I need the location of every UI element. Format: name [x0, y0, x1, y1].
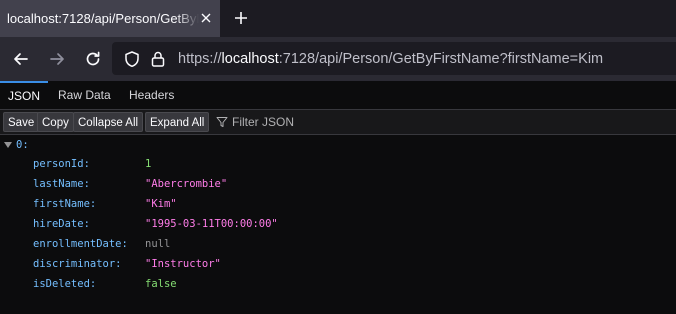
lock-icon[interactable] [149, 50, 167, 68]
json-toolbar: Save Copy Collapse All Expand All Filter… [0, 110, 676, 135]
tree-root-row[interactable]: 0: [0, 136, 676, 154]
url-host: localhost [221, 51, 279, 67]
address-bar[interactable]: https://localhost:7128/api/Person/GetByF… [112, 42, 676, 75]
json-value: null [145, 238, 171, 250]
new-tab-icon[interactable] [232, 9, 250, 27]
tab-json[interactable]: JSON [0, 81, 48, 109]
url-prefix: https:// [178, 51, 222, 67]
json-key: lastName: [33, 178, 90, 190]
json-value: false [145, 278, 177, 290]
json-value: "1995-03-11T00:00:00" [145, 218, 278, 230]
tree-row[interactable]: enrollmentDate: null [0, 235, 676, 253]
tree-row[interactable]: discriminator: "Instructor" [0, 255, 676, 273]
filter-json-input[interactable]: Filter JSON [216, 112, 416, 132]
json-key: isDeleted: [33, 278, 97, 290]
filter-icon [216, 117, 228, 127]
json-key: hireDate: [33, 218, 90, 230]
save-button[interactable]: Save [3, 112, 40, 132]
json-key: personId: [33, 158, 90, 170]
json-tree: 0: personId: 1 lastName: "Abercrombie" f… [0, 135, 676, 314]
shield-icon[interactable] [123, 50, 141, 68]
tree-row[interactable]: isDeleted: false [0, 275, 676, 293]
json-key: discriminator: [33, 258, 122, 270]
tab-raw-data[interactable]: Raw Data [50, 81, 119, 109]
json-viewer-tabs: JSON Raw Data Headers [0, 81, 676, 110]
json-key: firstName: [33, 198, 97, 210]
json-value: 1 [145, 158, 152, 170]
json-value: "Abercrombie" [145, 178, 228, 190]
json-value: "Instructor" [145, 258, 221, 270]
close-icon[interactable] [198, 10, 214, 26]
filter-placeholder: Filter JSON [232, 115, 295, 129]
expand-all-button[interactable]: Expand All [145, 112, 210, 132]
back-arrow-icon[interactable] [11, 49, 31, 69]
browser-tab[interactable]: localhost:7128/api/Person/GetByFirstName… [0, 0, 220, 37]
forward-arrow-icon[interactable] [47, 49, 67, 69]
json-key: enrollmentDate: [33, 238, 128, 250]
navigation-bar: https://localhost:7128/api/Person/GetByF… [0, 37, 676, 81]
tree-row[interactable]: firstName: "Kim" [0, 195, 676, 213]
reload-icon[interactable] [83, 49, 103, 69]
copy-button[interactable]: Copy [37, 112, 74, 132]
tree-row[interactable]: hireDate: "1995-03-11T00:00:00" [0, 215, 676, 233]
collapse-all-button[interactable]: Collapse All [73, 112, 144, 132]
tab-strip: localhost:7128/api/Person/GetByFirstName… [0, 0, 676, 37]
tree-root-label: 0: [16, 139, 29, 151]
json-value: "Kim" [145, 198, 177, 210]
tree-row[interactable]: personId: 1 [0, 155, 676, 173]
tab-title: localhost:7128/api/Person/GetByFirstName… [7, 11, 199, 26]
tab-headers[interactable]: Headers [121, 81, 182, 109]
tree-row[interactable]: lastName: "Abercrombie" [0, 175, 676, 193]
url-text[interactable]: https://localhost:7128/api/Person/GetByF… [178, 51, 603, 67]
expand-arrow-icon[interactable] [4, 142, 12, 148]
url-path: :7128/api/Person/GetByFirstName?firstNam… [278, 51, 604, 67]
